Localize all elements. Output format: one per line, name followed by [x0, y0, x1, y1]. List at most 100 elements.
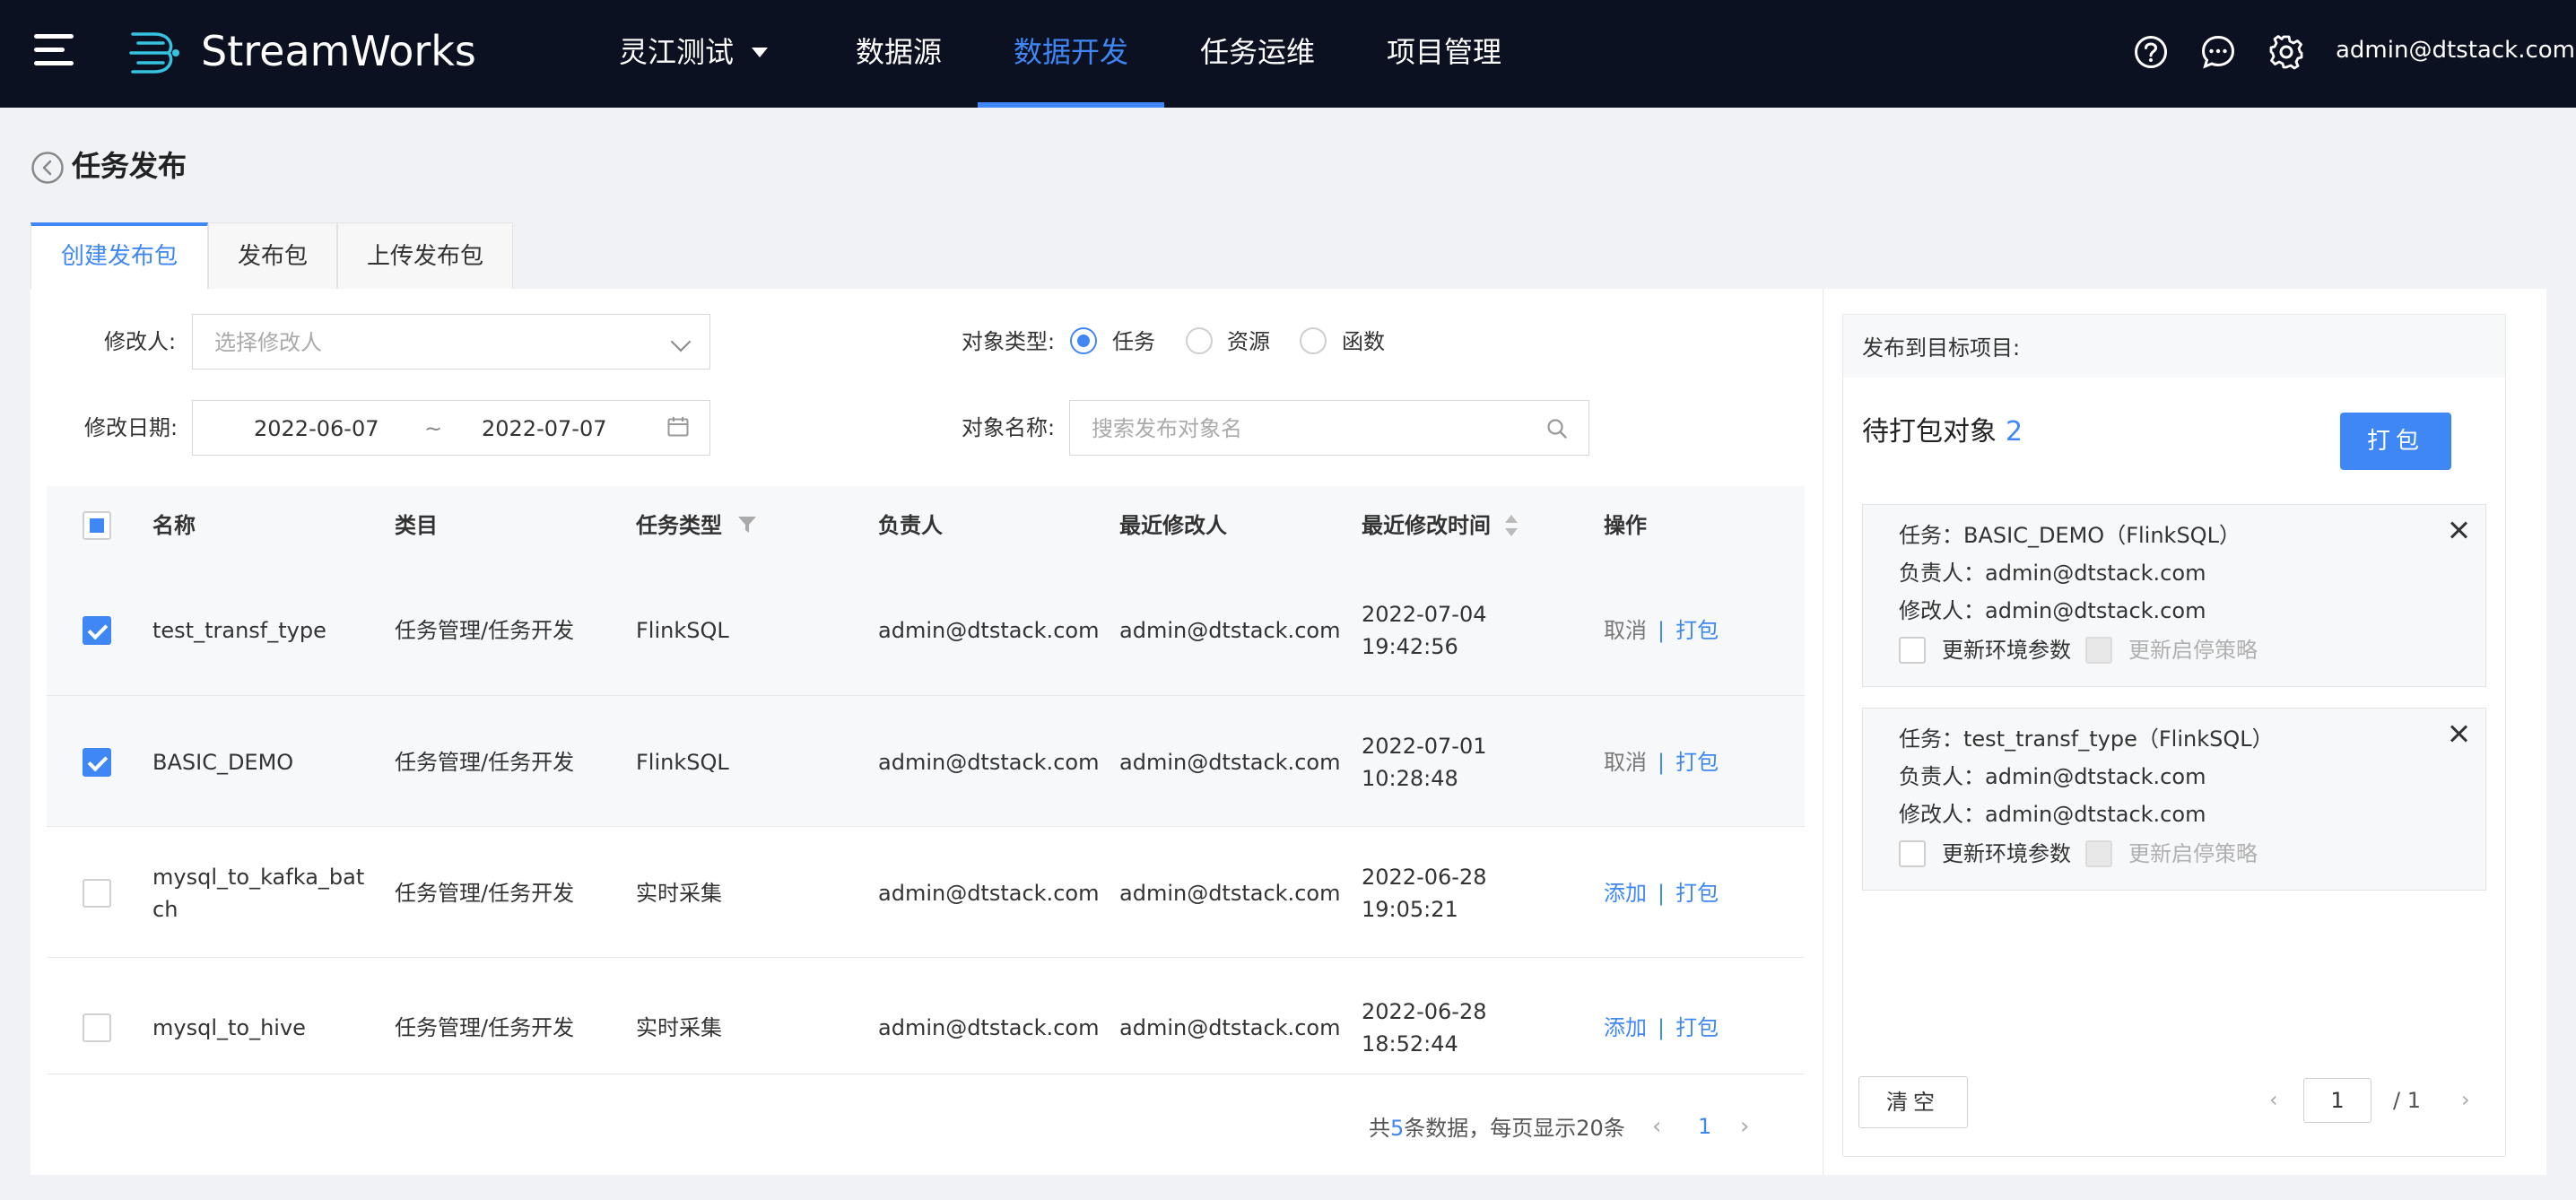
next-page-icon[interactable]: › [1740, 1109, 1749, 1144]
action-separator: | [1658, 1015, 1666, 1040]
row-date: 2022-07-04 [1362, 602, 1487, 627]
back-icon[interactable] [30, 151, 65, 185]
pack-link[interactable]: 打包 [1675, 881, 1719, 906]
action-separator: | [1658, 618, 1666, 643]
update-start-stop-checkbox [2085, 637, 2112, 664]
date-separator: ~ [424, 416, 443, 441]
row-category: 任务管理/任务开发 [395, 750, 575, 775]
prev-page-icon[interactable]: ‹ [2269, 1082, 2278, 1117]
row-date: 2022-06-28 [1362, 865, 1487, 890]
add-link[interactable]: 添加 [1604, 881, 1647, 906]
select-all-checkbox[interactable] [83, 511, 111, 540]
pack-link[interactable]: 打包 [1675, 618, 1719, 643]
object-type-label: 对象类型: [962, 329, 1056, 354]
tab-create-package[interactable]: 创建发布包 [30, 222, 208, 289]
page-title: 任务发布 [72, 149, 187, 183]
current-page[interactable]: 1 [1698, 1109, 1711, 1144]
object-name-input[interactable] [1090, 410, 1524, 448]
nav-item-data-dev[interactable]: 数据开发 [1014, 30, 1128, 74]
object-name-search [1069, 400, 1589, 456]
active-nav-indicator [978, 102, 1164, 108]
close-icon[interactable] [2446, 517, 2471, 543]
cancel-link[interactable]: 取消 [1604, 618, 1647, 643]
project-selector[interactable]: 灵江测试 [619, 30, 769, 74]
row-time: 18:52:44 [1362, 1031, 1458, 1057]
brand-name: StreamWorks [201, 27, 476, 75]
date-end[interactable]: 2022-07-07 [482, 411, 606, 447]
prev-page-icon[interactable]: ‹ [1652, 1109, 1661, 1144]
date-start[interactable]: 2022-06-07 [254, 411, 379, 447]
caret-down-icon [752, 47, 769, 57]
modifier-label: 修改人: [104, 329, 177, 354]
pack-link[interactable]: 打包 [1675, 750, 1719, 775]
modifier-select[interactable]: 选择修改人 [192, 314, 710, 370]
table-row: mysql_to_kafka_bat ch 任务管理/任务开发 实时采集 adm… [47, 827, 1805, 958]
tab-packages[interactable]: 发布包 [208, 222, 337, 289]
add-link[interactable]: 添加 [1604, 1015, 1647, 1040]
radio-resource[interactable] [1186, 327, 1213, 354]
pending-label: 待打包对象 [1862, 416, 1997, 448]
row-name: mysql_to_hive [152, 1015, 306, 1040]
close-icon[interactable] [2446, 721, 2471, 746]
page-total: / 1 [2393, 1088, 2421, 1113]
card-task: 任务：test_transf_type（FlinkSQL） [1899, 726, 2274, 752]
row-checkbox[interactable] [83, 879, 111, 908]
column-actions: 操作 [1604, 513, 1647, 538]
column-owner: 负责人 [878, 513, 943, 538]
row-checkbox[interactable] [83, 748, 111, 777]
row-type: 实时采集 [636, 1015, 722, 1040]
table-row: mysql_to_hive 任务管理/任务开发 实时采集 admin@dtsta… [47, 958, 1805, 1074]
nav-item-datasource[interactable]: 数据源 [856, 30, 942, 74]
radio-resource-label[interactable]: 资源 [1227, 324, 1270, 360]
radio-task[interactable] [1070, 327, 1097, 354]
object-name-label: 对象名称: [962, 415, 1056, 440]
total-prefix: 共 [1369, 1116, 1390, 1141]
update-env-params-checkbox[interactable] [1899, 637, 1926, 664]
filter-icon[interactable] [737, 515, 757, 535]
row-category: 任务管理/任务开发 [395, 881, 575, 906]
radio-task-label[interactable]: 任务 [1112, 324, 1155, 360]
total-count: 5 [1390, 1116, 1405, 1141]
search-icon[interactable] [1545, 417, 1569, 440]
card-modifier: 修改人：admin@dtstack.com [1899, 802, 2206, 827]
date-range-picker[interactable]: 2022-06-07 ~ 2022-07-07 [192, 400, 710, 456]
card-owner: 负责人：admin@dtstack.com [1899, 764, 2206, 789]
column-last-modifier: 最近修改人 [1119, 513, 1227, 538]
radio-function-label[interactable]: 函数 [1342, 324, 1385, 360]
pack-button[interactable]: 打包 [2340, 413, 2451, 470]
row-category: 任务管理/任务开发 [395, 618, 575, 643]
sort-icon[interactable] [1503, 513, 1519, 538]
action-separator: | [1658, 750, 1666, 775]
pack-link[interactable]: 打包 [1675, 1015, 1719, 1040]
update-env-params-label[interactable]: 更新环境参数 [1942, 838, 2071, 870]
cancel-link[interactable]: 取消 [1604, 750, 1647, 775]
clear-button[interactable]: 清空 [1858, 1076, 1968, 1128]
menu-icon[interactable] [34, 34, 74, 68]
pending-count: 2 [2006, 416, 2023, 448]
tab-upload-package[interactable]: 上传发布包 [337, 222, 513, 289]
row-checkbox[interactable] [83, 616, 111, 645]
chevron-down-icon [670, 331, 692, 352]
column-last-modified[interactable]: 最近修改时间 [1362, 508, 1491, 543]
row-checkbox[interactable] [83, 1013, 111, 1042]
message-icon[interactable] [2200, 34, 2236, 70]
page-number-input[interactable]: 1 [2303, 1078, 2371, 1123]
radio-function[interactable] [1300, 327, 1327, 354]
gear-icon[interactable] [2268, 34, 2304, 70]
update-start-stop-checkbox [2085, 840, 2112, 867]
row-actions: 添加 | 打包 [1604, 877, 1719, 909]
update-env-params-label[interactable]: 更新环境参数 [1942, 634, 2071, 666]
table-row: test_transf_type 任务管理/任务开发 FlinkSQL admi… [47, 565, 1805, 696]
user-email[interactable]: admin@dtstack.com [2336, 32, 2575, 68]
row-name: test_transf_type [152, 618, 326, 643]
row-name-wrap: ch [152, 897, 178, 922]
row-date: 2022-07-01 [1362, 734, 1487, 759]
nav-item-task-ops[interactable]: 任务运维 [1200, 30, 1315, 74]
nav-item-project-mgmt[interactable]: 项目管理 [1387, 30, 1501, 74]
streamworks-logo-icon [129, 32, 179, 74]
help-icon[interactable] [2133, 34, 2169, 70]
row-modifier: admin@dtstack.com [1119, 881, 1341, 906]
next-page-icon[interactable]: › [2461, 1082, 2470, 1117]
column-name: 名称 [152, 513, 196, 538]
update-env-params-checkbox[interactable] [1899, 840, 1926, 867]
